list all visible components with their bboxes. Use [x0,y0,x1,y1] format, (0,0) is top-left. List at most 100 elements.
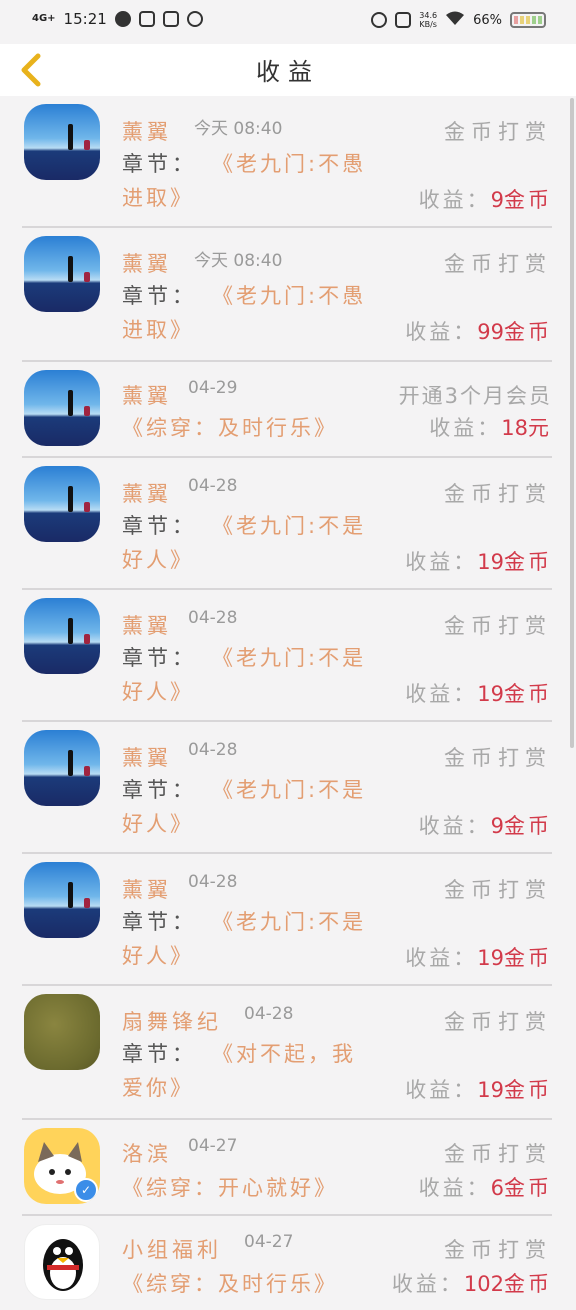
income-label: 收益： [418,814,491,838]
income-label: 收益： [405,1078,478,1102]
chapter-title-cont[interactable]: 爱你》 [122,1072,194,1102]
chapter-title[interactable]: 《综穿：开心就好》 [122,1172,338,1202]
avatar[interactable] [24,730,100,806]
income-amount: 18 [501,416,528,440]
chat-icon [114,11,131,27]
chapter-label: 章节： [122,1042,197,1066]
income-label: 收益： [405,682,478,706]
list-item[interactable]: 薰翼 今天 08:40 金币打赏 章节： 《老九门:不愚 进取》 收益：99金币 [22,228,552,362]
list-item[interactable]: 薰翼 04-28 金币打赏 章节： 《老九门:不是 好人》 收益：9金币 [22,722,552,854]
wifi-icon [445,10,465,30]
chapter-title-cont[interactable]: 好人》 [122,544,194,574]
income: 收益：19金币 [405,678,552,708]
chapter-label: 章节： [122,152,197,176]
income-amount: 6 [490,1176,504,1200]
chapter-title-cont[interactable]: 好人》 [122,940,194,970]
play-icon [138,11,155,27]
reward-type: 金币打赏 [444,482,552,506]
income-amount: 19 [477,946,504,970]
item-time: 04-28 [188,740,238,760]
penguin-avatar-icon [43,1239,83,1291]
income-unit: 金币 [504,1176,552,1200]
avatar[interactable] [24,236,100,312]
income-label: 收益： [391,1272,464,1296]
chapter-title[interactable]: 《老九门:不愚 [212,280,366,310]
item-time: 04-27 [188,1136,238,1156]
donor-name[interactable]: 薰翼 [122,742,172,772]
chapter-title[interactable]: 《老九门:不愚 [212,148,366,178]
avatar[interactable]: ✓ [24,1128,100,1204]
page-title: 收益 [256,58,320,86]
avatar[interactable] [24,466,100,542]
reward-type: 金币打赏 [444,1142,552,1166]
income: 收益：19金币 [405,1074,552,1104]
donor-name[interactable]: 薰翼 [122,610,172,640]
chapter-title-cont[interactable]: 好人》 [122,808,194,838]
reward-type: 开通3个月会员 [398,384,552,408]
avatar[interactable] [24,1224,100,1300]
list-item[interactable]: ✓ 洛滨 04-27 金币打赏 《综穿：开心就好》 收益：6金币 [22,1120,552,1216]
avatar[interactable] [24,370,100,446]
list-item[interactable]: 薰翼 04-29 开通3个月会员 《综穿：及时行乐》 收益：18元 [22,362,552,458]
avatar[interactable] [24,598,100,674]
income-unit: 金币 [504,814,552,838]
avatar[interactable] [24,994,100,1070]
alarm-icon [371,12,388,28]
income: 收益：6金币 [419,1172,552,1202]
vibrate-icon [395,12,412,28]
list-item[interactable]: 小组福利 04-27 金币打赏 《综穿：及时行乐》 收益：102金币 [22,1216,552,1310]
chapter-title-cont[interactable]: 进取》 [122,182,194,212]
list-item[interactable]: 薰翼 04-28 金币打赏 章节： 《老九门:不是 好人》 收益：19金币 [22,458,552,590]
item-time: 04-28 [188,872,238,892]
item-time: 04-27 [244,1232,294,1252]
scrollbar[interactable] [570,98,574,748]
list-item[interactable]: 扇舞锋纪 04-28 金币打赏 章节： 《对不起，我 爱你》 收益：19金币 [22,986,552,1120]
income: 收益：9金币 [419,810,552,840]
donor-name[interactable]: 薰翼 [122,116,172,146]
network-indicator: 4G+ [32,13,56,24]
income-unit: 金币 [504,550,552,574]
donor-name[interactable]: 薰翼 [122,478,172,508]
chapter-title[interactable]: 《老九门:不是 [212,642,366,672]
chapter-title[interactable]: 《综穿：及时行乐》 [122,1268,338,1298]
list-item[interactable]: 薰翼 今天 08:40 金币打赏 章节： 《老九门:不愚 进取》 收益：9金币 [22,96,552,228]
income-unit: 金币 [504,320,552,344]
donor-name[interactable]: 洛滨 [122,1138,172,1168]
donor-name[interactable]: 薰翼 [122,248,172,278]
chapter-label: 章节： [122,910,197,934]
battery-icon [510,12,546,28]
donor-name[interactable]: 小组福利 [122,1234,222,1264]
list-item[interactable]: 薰翼 04-28 金币打赏 章节： 《老九门:不是 好人》 收益：19金币 [22,854,552,986]
chapter-title[interactable]: 《老九门:不是 [212,774,366,804]
list-item[interactable]: 薰翼 04-28 金币打赏 章节： 《老九门:不是 好人》 收益：19金币 [22,590,552,722]
item-time: 今天 08:40 [194,251,283,271]
income-unit: 金币 [504,1272,552,1296]
income-label: 收益： [429,416,502,440]
chapter-title-cont[interactable]: 进取》 [122,314,194,344]
income-unit: 金币 [504,1078,552,1102]
nav-bar: 收益 [0,44,576,96]
chapter-title[interactable]: 《老九门:不是 [212,906,366,936]
income: 收益：18元 [429,412,552,442]
chapter-title-cont[interactable]: 好人》 [122,676,194,706]
avatar[interactable] [24,104,100,180]
income-label: 收益： [405,320,478,344]
income-label: 收益： [405,946,478,970]
status-bar: 4G+ 15:21 34.6 KB/s 66% [0,0,576,44]
income-unit: 金币 [504,682,552,706]
donor-name[interactable]: 扇舞锋纪 [122,1006,222,1036]
status-time: 15:21 [63,10,107,28]
chapter-title[interactable]: 《老九门:不是 [212,510,366,540]
donor-name[interactable]: 薰翼 [122,380,172,410]
income-amount: 99 [477,320,504,344]
chapter-title[interactable]: 《对不起，我 [212,1038,356,1068]
item-time: 04-29 [188,378,238,398]
reward-type: 金币打赏 [444,1010,552,1034]
reward-type: 金币打赏 [444,1238,552,1262]
reward-type: 金币打赏 [444,878,552,902]
verified-badge-icon: ✓ [74,1178,98,1202]
chapter-title[interactable]: 《综穿：及时行乐》 [122,412,338,442]
avatar[interactable] [24,862,100,938]
income-list: 薰翼 今天 08:40 金币打赏 章节： 《老九门:不愚 进取》 收益：9金币 … [0,96,576,1310]
donor-name[interactable]: 薰翼 [122,874,172,904]
